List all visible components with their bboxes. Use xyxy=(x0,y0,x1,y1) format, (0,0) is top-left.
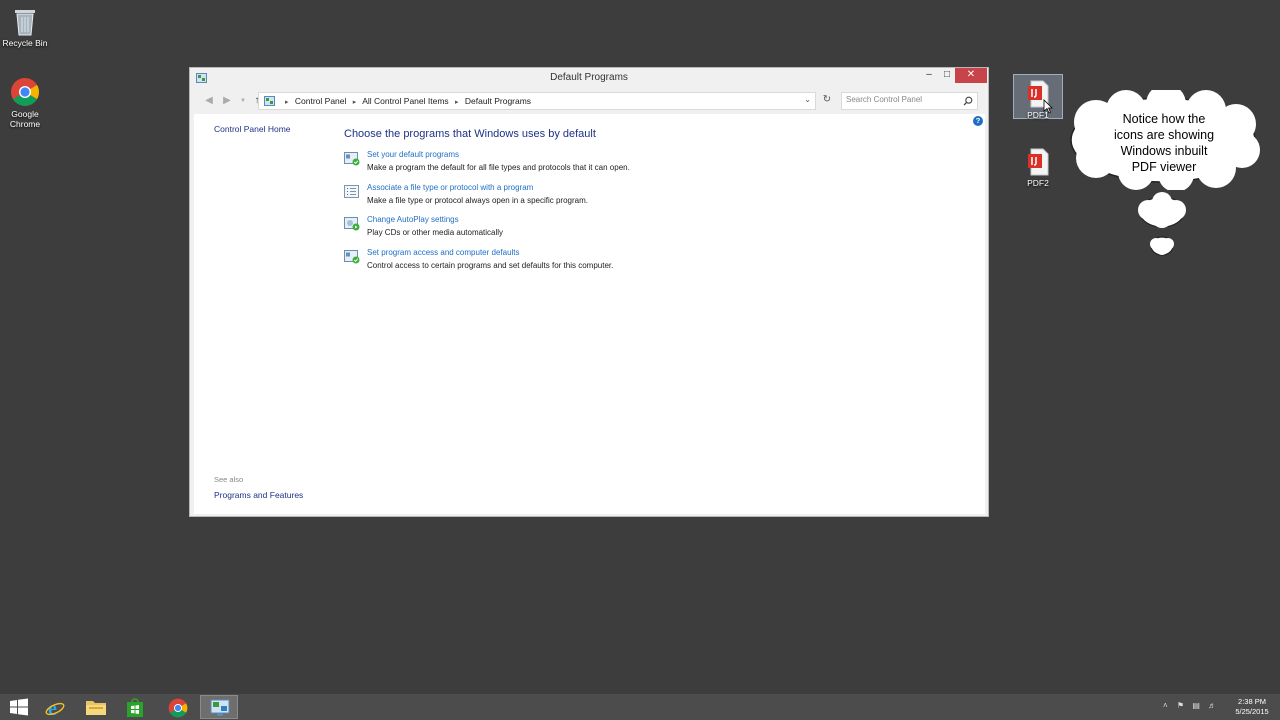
breadcrumb-default-programs[interactable]: Default Programs xyxy=(465,96,531,106)
annotation-line-3: Windows inbuilt xyxy=(1120,144,1208,158)
option-autoplay-settings: Change AutoPlay settings Play CDs or oth… xyxy=(344,215,744,245)
title-bar[interactable]: Default Programs – □ ✕ xyxy=(190,68,988,88)
volume-icon[interactable]: ♬ xyxy=(1208,701,1216,710)
address-bar[interactable]: ▸ Control Panel ▸ All Control Panel Item… xyxy=(258,92,816,110)
navigation-bar: ◀ ▶ ▼ ↑ ▸ Control Panel ▸ All Control Pa… xyxy=(194,90,984,112)
mouse-cursor-icon xyxy=(1043,99,1053,114)
set-default-programs-link[interactable]: Set your default programs xyxy=(367,150,459,159)
option-associate-file-type: Associate a file type or protocol with a… xyxy=(344,183,744,213)
close-button[interactable]: ✕ xyxy=(955,68,987,83)
forward-arrow-icon[interactable]: ▶ xyxy=(220,94,234,108)
chrome-label-2: Chrome xyxy=(9,119,41,129)
content-pane: ? Control Panel Home See also Programs a… xyxy=(194,114,985,514)
recycle-bin-icon xyxy=(15,10,35,36)
taskbar-file-explorer[interactable] xyxy=(76,695,114,719)
program-access-desc: Control access to certain programs and s… xyxy=(367,261,614,270)
taskbar-clock[interactable]: 2:38 PM 5/25/2015 xyxy=(1226,697,1278,717)
clock-date: 5/25/2015 xyxy=(1235,707,1269,716)
taskbar-chrome[interactable] xyxy=(159,695,197,719)
network-icon[interactable]: ▤ xyxy=(1192,701,1200,710)
programs-and-features-link[interactable]: Programs and Features xyxy=(214,490,303,500)
breadcrumb-chevron-icon: ▸ xyxy=(285,99,289,106)
control-panel-home-link[interactable]: Control Panel Home xyxy=(214,124,291,134)
default-programs-icon xyxy=(344,152,360,166)
associate-file-type-desc: Make a file type or protocol always open… xyxy=(367,196,588,205)
breadcrumb-control-panel[interactable]: Control Panel xyxy=(295,96,347,106)
control-panel-icon xyxy=(210,699,230,716)
file-association-icon xyxy=(344,185,359,198)
taskbar-internet-explorer[interactable]: e xyxy=(36,695,74,719)
taskbar-control-panel[interactable] xyxy=(200,695,238,719)
annotation-line-4: PDF viewer xyxy=(1131,160,1197,174)
system-tray: ˄ ⚑ ▤ ♬ xyxy=(1163,701,1216,710)
thought-bubble-tail xyxy=(1138,192,1186,256)
start-button[interactable] xyxy=(0,695,38,719)
search-input[interactable] xyxy=(846,95,956,104)
store-icon xyxy=(127,698,143,717)
windows-logo-icon xyxy=(10,698,28,716)
annotation-text: Notice how the icons are showing Windows… xyxy=(1090,111,1238,175)
autoplay-settings-link[interactable]: Change AutoPlay settings xyxy=(367,215,459,224)
page-heading: Choose the programs that Windows uses by… xyxy=(344,128,596,140)
help-icon[interactable]: ? xyxy=(973,116,983,126)
annotation-line-1: Notice how the xyxy=(1122,112,1206,126)
program-access-link[interactable]: Set program access and computer defaults xyxy=(367,248,520,257)
address-dropdown-chevron-icon[interactable]: ⌄ xyxy=(804,95,811,104)
pdf-file-icon xyxy=(1028,148,1049,176)
clock-time: 2:38 PM xyxy=(1238,697,1266,706)
default-programs-window: Default Programs – □ ✕ ◀ ▶ ▼ ↑ ▸ Control… xyxy=(189,67,989,517)
pdf1-desktop-icon[interactable]: PDF1 xyxy=(1013,74,1063,120)
window-title: Default Programs xyxy=(550,72,628,83)
file-explorer-icon xyxy=(86,701,106,715)
option-program-access: Set program access and computer defaults… xyxy=(344,248,744,278)
recycle-bin-label: Recycle Bin xyxy=(2,38,48,48)
option-set-default-programs: Set your default programs Make a program… xyxy=(344,150,744,180)
search-icon[interactable] xyxy=(963,96,973,106)
taskbar-store[interactable] xyxy=(116,695,154,719)
back-arrow-icon[interactable]: ◀ xyxy=(202,94,216,108)
breadcrumb-chevron-icon[interactable]: ▸ xyxy=(455,99,459,106)
taskbar: e ˄ ⚑ ▤ ♬ 2:38 PM 5/25/2015 xyxy=(0,694,1280,720)
breadcrumb-chevron-icon[interactable]: ▸ xyxy=(353,99,357,106)
chrome-desktop-icon[interactable]: Google Chrome xyxy=(0,77,57,129)
control-panel-small-icon xyxy=(264,96,275,106)
annotation-line-2: icons are showing xyxy=(1113,128,1215,142)
chrome-label-1: Google xyxy=(11,109,39,119)
see-also-label: See also xyxy=(214,475,244,484)
autoplay-settings-desc: Play CDs or other media automatically xyxy=(367,228,504,237)
refresh-icon[interactable]: ↻ xyxy=(820,93,834,107)
recent-locations-chevron-icon[interactable]: ▼ xyxy=(236,94,250,108)
pdf2-label: PDF2 xyxy=(1027,178,1049,188)
breadcrumb-all-items[interactable]: All Control Panel Items xyxy=(362,96,448,106)
chrome-icon xyxy=(168,698,188,718)
action-center-flag-icon[interactable]: ⚑ xyxy=(1177,701,1184,710)
search-box[interactable] xyxy=(841,92,978,110)
program-access-icon xyxy=(344,250,360,264)
pdf2-desktop-icon[interactable]: PDF2 xyxy=(1013,146,1063,188)
associate-file-type-link[interactable]: Associate a file type or protocol with a… xyxy=(367,183,533,192)
internet-explorer-icon: e xyxy=(45,698,65,718)
tray-overflow-chevron-icon[interactable]: ˄ xyxy=(1163,701,1168,710)
set-default-programs-desc: Make a program the default for all file … xyxy=(367,163,630,172)
chrome-icon xyxy=(11,78,39,106)
autoplay-icon xyxy=(344,217,360,231)
recycle-bin-desktop-icon[interactable]: Recycle Bin xyxy=(0,6,57,48)
breadcrumb: ▸ Control Panel ▸ All Control Panel Item… xyxy=(281,96,531,106)
